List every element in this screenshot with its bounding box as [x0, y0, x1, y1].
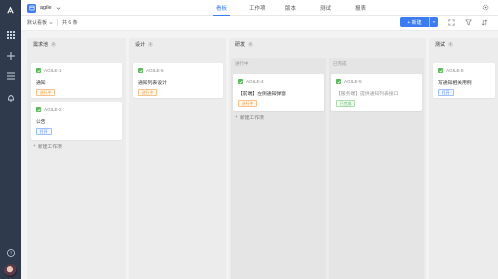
plus-icon: + — [235, 115, 238, 120]
column-header: 研发 2 — [235, 41, 254, 48]
work-item-card[interactable]: AGILE-6 通知列表设计 进行中 — [133, 63, 223, 98]
column-header: 测试 1 — [435, 41, 454, 48]
task-check-icon — [36, 107, 41, 112]
column-title: 需求池 — [33, 42, 49, 48]
user-avatar[interactable] — [4, 264, 17, 277]
sort-icon[interactable] — [480, 18, 489, 27]
task-check-icon — [238, 79, 243, 84]
project-switcher[interactable]: agile — [27, 3, 61, 13]
card-title: 写通知相关用例 — [438, 81, 472, 86]
plus-icon: + — [33, 144, 36, 149]
column-backlog: 需求池 2 AGILE-1 通知 进行中 AGILE-2 公告 打开 + 新建工… — [27, 38, 126, 279]
apps-grid-icon[interactable] — [5, 29, 16, 40]
column-title: 设计 — [135, 42, 146, 48]
card-id-row: AGILE-2 — [36, 107, 62, 112]
caret-down-icon — [432, 21, 436, 23]
card-id: AGILE-5 — [344, 79, 362, 84]
add-work-item-label: 新建工作项 — [37, 145, 62, 150]
task-check-icon — [438, 68, 443, 73]
work-item-card[interactable]: AGILE-2 公告 打开 — [31, 102, 122, 140]
fullscreen-icon[interactable] — [447, 18, 456, 27]
task-check-icon — [138, 68, 143, 73]
card-id: AGILE-6 — [146, 68, 164, 73]
top-bar: agile 看板 工作项 版本 测试 报表 — [21, 0, 498, 17]
add-work-item-button[interactable]: + 新建工作项 — [33, 143, 62, 150]
card-title: 【服务端】提供通知列表接口 — [336, 92, 399, 97]
column-title: 研发 — [235, 42, 246, 48]
tab-work-items[interactable]: 工作项 — [249, 4, 266, 12]
subcolumn-title: 进行中 — [235, 61, 249, 66]
card-id-row: AGILE-6 — [138, 68, 164, 73]
left-rail: ? — [0, 0, 21, 279]
status-badge: 进行中 — [138, 89, 158, 96]
toolbar-left: 默认看板 共 6 条 — [27, 19, 78, 26]
card-id-row: AGILE-1 — [36, 68, 62, 73]
card-id: AGILE-2 — [44, 107, 62, 112]
task-check-icon — [36, 68, 41, 73]
work-item-card[interactable]: AGILE-8 写通知相关用例 打开 — [433, 63, 495, 98]
tab-versions[interactable]: 版本 — [285, 4, 296, 12]
chevron-down-icon — [56, 6, 61, 10]
svg-text:?: ? — [9, 250, 12, 255]
status-badge: 打开 — [438, 89, 454, 96]
item-count: 共 6 条 — [62, 20, 78, 26]
add-work-item-label: 新建工作项 — [239, 116, 264, 121]
board-toolbar: 默认看板 共 6 条 + 新建 — [21, 16, 498, 31]
card-title: 通知列表设计 — [138, 81, 167, 86]
subcolumn-title: 已完成 — [333, 61, 347, 66]
view-select-label: 默认看板 — [27, 20, 48, 26]
tab-testing[interactable]: 测试 — [320, 4, 331, 12]
card-id: AGILE-1 — [44, 68, 62, 73]
logo-icon — [7, 6, 14, 14]
settings-icon[interactable] — [481, 3, 490, 12]
bell-icon[interactable] — [5, 92, 16, 103]
card-id-row: AGILE-5 — [336, 79, 362, 84]
chevron-down-icon — [49, 21, 53, 24]
column-count: 1 — [148, 42, 154, 47]
add-icon[interactable] — [5, 50, 16, 61]
project-icon — [27, 3, 36, 13]
card-title: 公告 — [36, 120, 46, 125]
status-badge: 进行中 — [238, 100, 258, 107]
filter-icon[interactable] — [464, 18, 473, 27]
view-select[interactable]: 默认看板 — [27, 19, 53, 26]
card-id: AGILE-4 — [246, 79, 264, 84]
status-badge: 打开 — [36, 128, 52, 135]
task-check-icon — [336, 79, 341, 84]
column-count: 2 — [248, 42, 254, 47]
new-dropdown-toggle[interactable] — [429, 17, 438, 27]
divider — [57, 19, 59, 26]
status-badge: 进行中 — [36, 89, 56, 96]
status-badge: 已完成 — [336, 100, 356, 107]
tab-reports[interactable]: 报表 — [355, 4, 366, 12]
list-icon[interactable] — [5, 70, 16, 81]
tab-board[interactable]: 看板 — [212, 4, 231, 17]
new-button-text: 新建 — [411, 19, 422, 26]
column-count: 1 — [448, 42, 454, 47]
column-development: 研发 2 进行中 已完成 AGILE-4 【前端】左侧通知弹窗 进行中 + 新建… — [229, 38, 426, 279]
card-id-row: AGILE-8 — [438, 68, 464, 73]
add-work-item-button[interactable]: + 新建工作项 — [235, 114, 264, 121]
card-id-row: AGILE-4 — [238, 79, 264, 84]
column-title: 测试 — [435, 42, 446, 48]
project-name: agile — [40, 5, 52, 11]
column-header: 需求池 2 — [33, 41, 57, 48]
work-item-card[interactable]: AGILE-5 【服务端】提供通知列表接口 已完成 — [331, 74, 422, 111]
new-button[interactable]: + 新建 — [400, 17, 438, 27]
kanban-board: 需求池 2 AGILE-1 通知 进行中 AGILE-2 公告 打开 + 新建工… — [21, 38, 498, 279]
app-logo[interactable] — [0, 0, 21, 21]
column-header: 设计 1 — [135, 41, 154, 48]
column-design: 设计 1 AGILE-6 通知列表设计 进行中 — [129, 38, 226, 279]
card-title: 【前端】左侧通知弹窗 — [238, 92, 286, 97]
column-count: 2 — [51, 42, 57, 47]
work-item-card[interactable]: AGILE-1 通知 进行中 — [31, 63, 122, 98]
work-item-card[interactable]: AGILE-4 【前端】左侧通知弹窗 进行中 — [233, 74, 324, 111]
help-icon[interactable]: ? — [5, 247, 16, 258]
card-title: 通知 — [36, 81, 46, 86]
card-id: AGILE-8 — [446, 68, 464, 73]
column-testing: 测试 1 AGILE-8 写通知相关用例 打开 — [429, 38, 498, 279]
new-button-label: + 新建 — [407, 19, 422, 26]
